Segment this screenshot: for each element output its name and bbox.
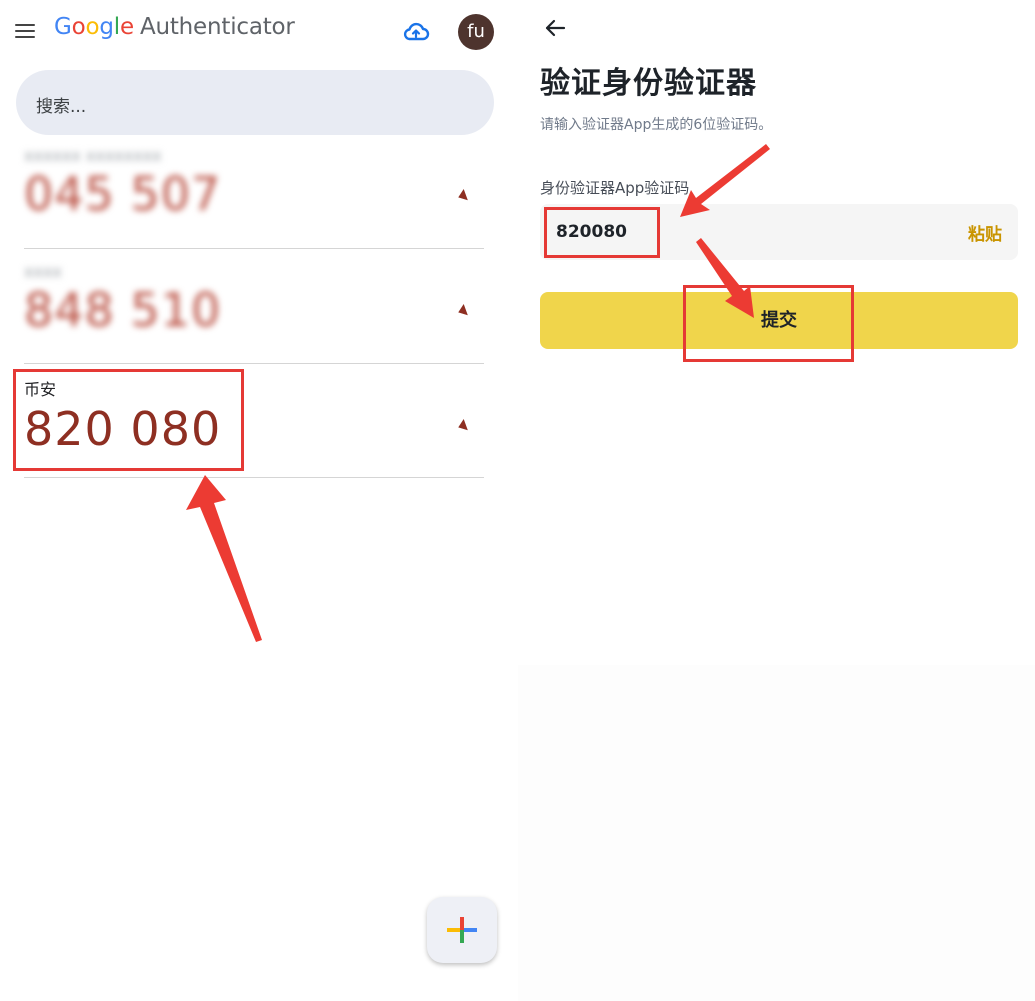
account-label: xxxxxx xxxxxxxx: [24, 146, 162, 165]
add-account-button[interactable]: [427, 897, 497, 963]
account-label: xxxx: [24, 262, 62, 281]
search-bar[interactable]: 搜索...: [16, 70, 494, 135]
app-name: Authenticator: [139, 14, 295, 40]
page-subtitle: 请输入验证器App生成的6位验证码。: [540, 117, 773, 133]
annotation-highlight-box: [13, 369, 244, 471]
annotation-arrow-icon: [186, 475, 262, 642]
page-title: 验证身份验证器: [540, 66, 757, 101]
annotation-highlight-box: [544, 207, 660, 258]
otp-code: 848 510: [24, 283, 222, 337]
plus-icon: [447, 917, 477, 943]
background-region: [518, 665, 1035, 1001]
paste-button[interactable]: 粘贴: [968, 220, 1002, 245]
account-avatar[interactable]: fu: [458, 14, 494, 50]
back-arrow-icon[interactable]: [544, 18, 566, 38]
menu-icon[interactable]: [15, 24, 35, 40]
divider: [24, 248, 484, 249]
code-list-item[interactable]: xxxx 848 510: [24, 262, 484, 337]
code-field-label: 身份验证器App验证码: [540, 179, 690, 197]
app-logo: Google Authenticator: [54, 14, 295, 40]
divider: [24, 363, 484, 364]
authenticator-screen: Google Authenticator fu 搜索... xxxxxx xxxx…: [0, 0, 512, 1001]
authenticator-top-bar: Google Authenticator fu: [0, 0, 512, 64]
cloud-sync-icon[interactable]: [402, 20, 430, 44]
annotation-arrow-icon: [680, 144, 770, 217]
code-list-item[interactable]: xxxxxx xxxxxxxx 045 507: [24, 146, 484, 221]
search-placeholder: 搜索...: [36, 97, 87, 117]
otp-code: 045 507: [24, 167, 222, 221]
annotation-arrow-icon: [696, 238, 754, 318]
